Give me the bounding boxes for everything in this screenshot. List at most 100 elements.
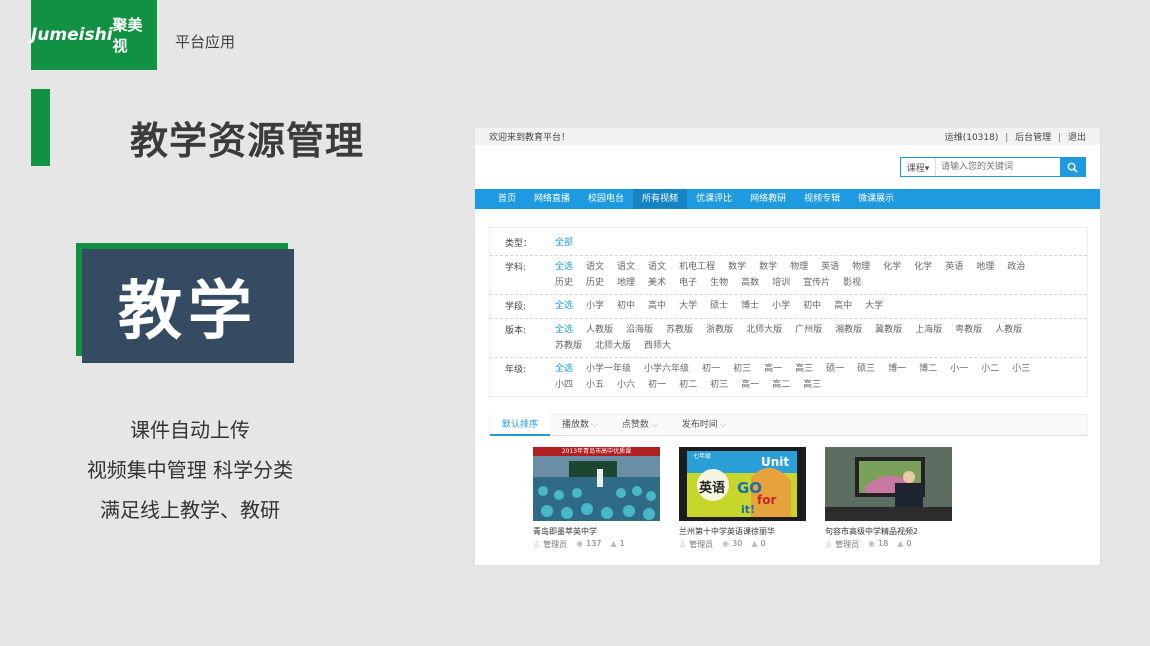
sort-option[interactable]: 播放数 ⌵ [550, 414, 610, 436]
filter-option[interactable]: 小学一年级 [586, 361, 631, 377]
video-thumbnail[interactable]: 2013年青岛市高中优质课 [533, 447, 660, 521]
filter-option[interactable]: 初中 [617, 298, 635, 315]
filter-option[interactable]: 全选 [555, 361, 573, 377]
filter-option[interactable]: 化学 [914, 259, 932, 275]
filter-option[interactable]: 沿海版 [626, 322, 653, 338]
filter-option[interactable]: 生物 [710, 275, 728, 291]
filter-option[interactable]: 硕三 [857, 361, 875, 377]
video-title[interactable]: 青岛即墨萃英中学 [533, 526, 660, 537]
filter-option[interactable]: 硕士 [710, 298, 728, 315]
filter-option[interactable]: 博二 [919, 361, 937, 377]
filter-option[interactable]: 人教版 [995, 322, 1022, 338]
filter-option[interactable]: 电子 [679, 275, 697, 291]
filter-option[interactable]: 英语 [945, 259, 963, 275]
filter-option[interactable]: 硕一 [826, 361, 844, 377]
search-input[interactable] [936, 158, 1060, 176]
filter-option[interactable]: 西师大 [644, 338, 671, 354]
filter-option[interactable]: 历史 [555, 275, 573, 291]
filter-option[interactable]: 博士 [741, 298, 759, 315]
filter-option[interactable]: 粤教版 [955, 322, 982, 338]
search-button[interactable] [1060, 158, 1085, 176]
filter-option[interactable]: 语文 [586, 259, 604, 275]
filter-option[interactable]: 宣传片 [803, 275, 830, 291]
filter-option[interactable]: 小三 [1012, 361, 1030, 377]
filter-option[interactable]: 地理 [976, 259, 994, 275]
filter-option[interactable]: 政治 [1007, 259, 1025, 275]
search-type-select[interactable]: 课程▾ [901, 158, 936, 176]
sort-option[interactable]: 点赞数 ⌵ [610, 414, 670, 436]
filter-option[interactable]: 高数 [741, 275, 759, 291]
filter-option[interactable]: 语文 [617, 259, 635, 275]
filter-option[interactable]: 机电工程 [679, 259, 715, 275]
filter-option[interactable]: 上海版 [915, 322, 942, 338]
filter-option[interactable]: 广州版 [795, 322, 822, 338]
filter-option[interactable]: 北师大版 [595, 338, 631, 354]
video-thumbnail[interactable] [825, 447, 952, 521]
filter-option[interactable]: 大学 [679, 298, 697, 315]
filter-option[interactable]: 数学 [759, 259, 777, 275]
filter-option[interactable]: 初中 [803, 298, 821, 315]
filter-option[interactable]: 物理 [852, 259, 870, 275]
filter-option[interactable]: 苏教版 [555, 338, 582, 354]
filter-option[interactable]: 人教版 [586, 322, 613, 338]
filter-option[interactable]: 初三 [733, 361, 751, 377]
nav-item[interactable]: 首页 [489, 189, 525, 209]
video-thumbnail[interactable]: 七年级 英语 Unit GO for it! [679, 447, 806, 521]
filter-option[interactable]: 化学 [883, 259, 901, 275]
filter-option[interactable]: 大学 [865, 298, 883, 315]
filter-option[interactable]: 博一 [888, 361, 906, 377]
filter-option[interactable]: 物理 [790, 259, 808, 275]
filter-option[interactable]: 初三 [710, 377, 728, 393]
nav-item[interactable]: 优课评比 [687, 189, 741, 209]
nav-item[interactable]: 视频专辑 [795, 189, 849, 209]
filter-option[interactable]: 高三 [795, 361, 813, 377]
admin-link[interactable]: 后台管理 [1015, 133, 1051, 143]
nav-item[interactable]: 所有视频 [633, 189, 688, 209]
video-title[interactable]: 句容市高级中学精品视频2 [825, 526, 952, 537]
video-card[interactable]: 七年级 英语 Unit GO for it! 兰州第十中学英语课徐丽华 ♙ 管理员… [679, 447, 806, 550]
filter-option[interactable]: 小学六年级 [644, 361, 689, 377]
filter-option[interactable]: 小四 [555, 377, 573, 393]
sort-option[interactable]: 默认排序 [490, 414, 551, 436]
video-card[interactable]: 句容市高级中学精品视频2 ♙ 管理员 ◉ 18 ▲ 0 [825, 447, 952, 550]
logout-link[interactable]: 退出 [1068, 133, 1086, 143]
filter-option[interactable]: 培训 [772, 275, 790, 291]
video-card[interactable]: 2013年青岛市高中优质课 青岛即墨萃英中学 ♙ 管理员 ◉ 137 ▲ 1 [533, 447, 660, 550]
sort-option[interactable]: 发布时间 ⌵ [670, 414, 739, 436]
filter-option[interactable]: 苏教版 [666, 322, 693, 338]
filter-option[interactable]: 高一 [741, 377, 759, 393]
filter-option[interactable]: 小六 [617, 377, 635, 393]
filter-option[interactable]: 全部 [555, 235, 573, 252]
filter-option[interactable]: 小五 [586, 377, 604, 393]
nav-item[interactable]: 网络直播 [525, 189, 579, 209]
filter-option[interactable]: 初二 [679, 377, 697, 393]
nav-item[interactable]: 微课展示 [849, 189, 903, 209]
filter-option[interactable]: 地理 [617, 275, 635, 291]
filter-option[interactable]: 高三 [803, 377, 821, 393]
filter-option[interactable]: 北师大版 [746, 322, 782, 338]
filter-option[interactable]: 全选 [555, 298, 573, 315]
filter-option[interactable]: 高中 [648, 298, 666, 315]
nav-item[interactable]: 网络教研 [741, 189, 795, 209]
filter-option[interactable]: 小一 [950, 361, 968, 377]
filter-option[interactable]: 美术 [648, 275, 666, 291]
filter-option[interactable]: 小二 [981, 361, 999, 377]
filter-option[interactable]: 高二 [772, 377, 790, 393]
filter-option[interactable]: 初一 [702, 361, 720, 377]
nav-item[interactable]: 校园电台 [579, 189, 633, 209]
filter-option[interactable]: 高一 [764, 361, 782, 377]
filter-option[interactable]: 影视 [843, 275, 861, 291]
filter-option[interactable]: 浙教版 [706, 322, 733, 338]
filter-option[interactable]: 历史 [586, 275, 604, 291]
filter-option[interactable]: 数学 [728, 259, 746, 275]
filter-option[interactable]: 语文 [648, 259, 666, 275]
video-title[interactable]: 兰州第十中学英语课徐丽华 [679, 526, 806, 537]
filter-option[interactable]: 初一 [648, 377, 666, 393]
filter-option[interactable]: 湘教版 [835, 322, 862, 338]
filter-option[interactable]: 英语 [821, 259, 839, 275]
filter-option[interactable]: 小学 [586, 298, 604, 315]
user-name[interactable]: 运维(10318) [945, 133, 999, 143]
filter-option[interactable]: 全选 [555, 259, 573, 275]
filter-option[interactable]: 冀教版 [875, 322, 902, 338]
filter-option[interactable]: 全选 [555, 322, 573, 338]
